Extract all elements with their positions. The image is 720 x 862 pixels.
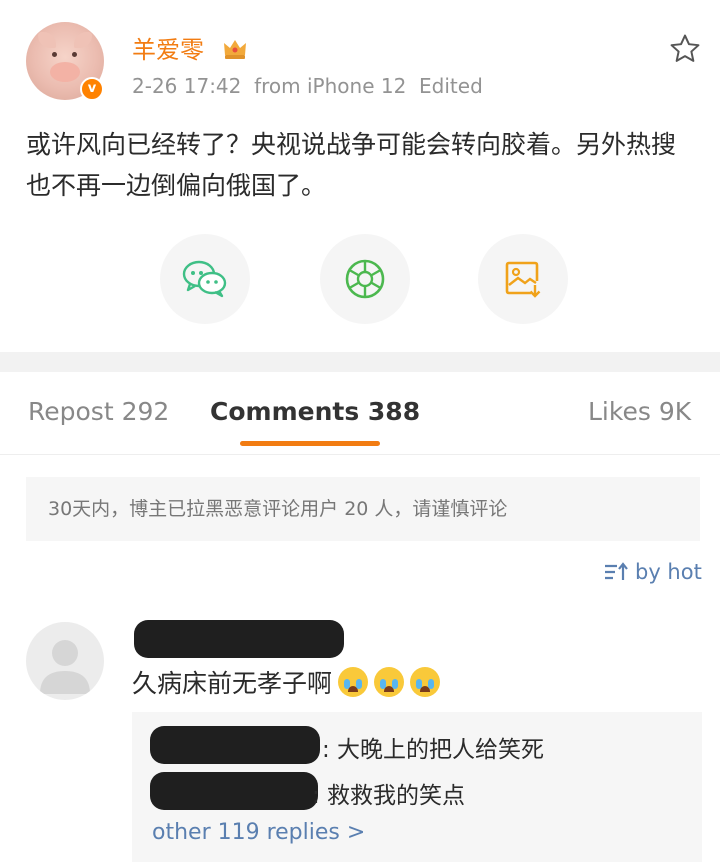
verified-badge-icon: v [80,77,104,101]
sort-label: by hot [635,560,702,584]
share-moments-button[interactable] [320,234,410,324]
redacted-reply-author [150,772,318,810]
tab-likes[interactable]: Likes 9K [588,397,691,426]
pig-snout [50,62,80,82]
crying-emoji-icon [338,667,369,697]
comment-body: 久病床前无孝子啊 [132,664,441,700]
pig-eye [72,52,77,57]
star-icon[interactable] [668,32,702,66]
more-replies-link[interactable]: other 119 replies > [152,820,365,845]
username[interactable]: 羊爱零 [132,30,204,65]
post-meta: 2-26 17:42 from iPhone 12 Edited [132,74,483,98]
pig-eye [52,52,57,57]
redacted-commenter-name [134,620,344,658]
moments-icon [345,259,385,299]
default-avatar-icon [40,640,90,694]
post-text: 或许风向已经转了？央视说战争可能会转向胶着。另外热搜也不再一边倒偏向俄国了。 [26,130,677,200]
moderation-notice: 30天内，博主已拉黑恶意评论用户 20 人，请谨慎评论 [26,477,700,541]
wechat-icon [182,260,227,298]
tab-comments[interactable]: Comments 388 [210,397,420,426]
section-divider [0,352,720,372]
tab-repost[interactable]: Repost 292 [28,397,169,426]
save-image-icon [505,261,541,298]
comment-text: 久病床前无孝子啊 [132,669,333,698]
redacted-reply-author [150,726,320,764]
reply-text: : 大晚上的把人给笑死 [322,737,545,763]
commenter-avatar[interactable] [26,622,104,700]
tabs-divider [0,454,720,455]
crown-icon [224,40,246,59]
sort-by-hot-button[interactable]: by hot [603,560,702,584]
share-wechat-button[interactable] [160,234,250,324]
reply-text: : 救救我的笑点 [312,783,466,809]
save-image-button[interactable] [478,234,568,324]
sort-icon [605,562,628,580]
crying-emoji-icon [410,667,441,697]
pig-ear [38,32,56,48]
crying-emoji-icon [374,667,405,697]
active-tab-indicator [240,441,380,446]
pig-ear [74,32,92,48]
